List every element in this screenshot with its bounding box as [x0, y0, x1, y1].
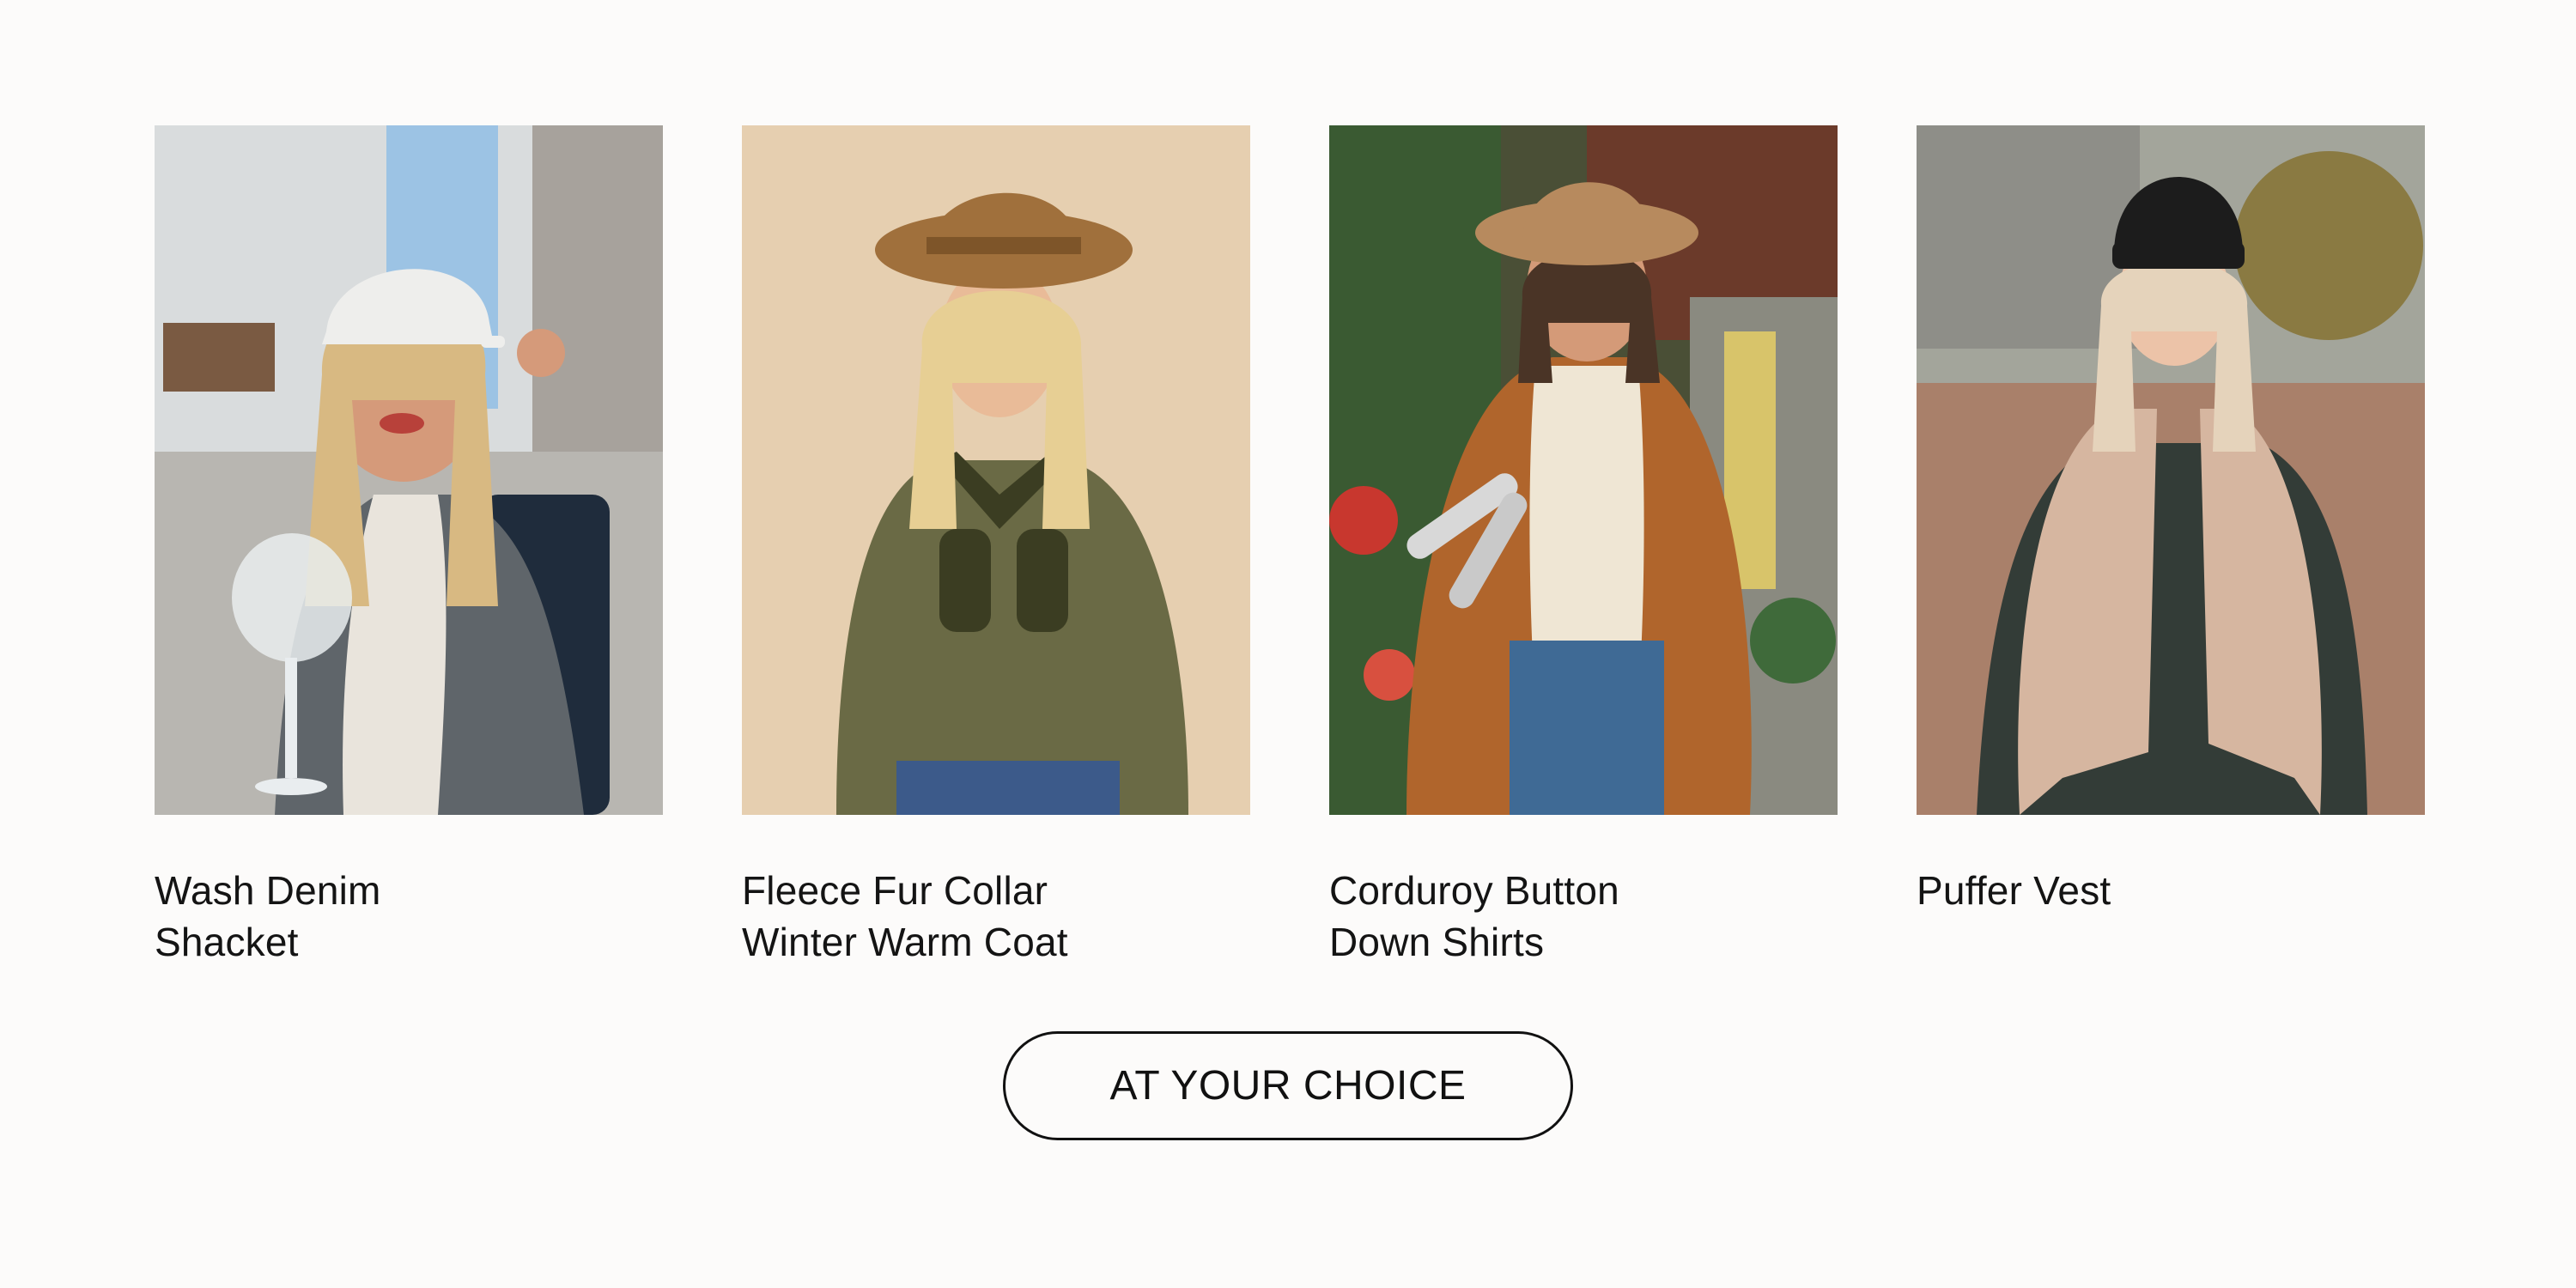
- product-photo[interactable]: [742, 125, 1250, 815]
- product-title[interactable]: Puffer Vest: [1917, 865, 2425, 916]
- product-card-wash-denim-shacket[interactable]: Wash Denim Shacket: [155, 125, 663, 968]
- cta-container: AT YOUR CHOICE: [0, 1031, 2576, 1140]
- product-card-fleece-fur-collar-coat[interactable]: Fleece Fur Collar Winter Warm Coat: [742, 125, 1250, 968]
- product-photo[interactable]: [1917, 125, 2425, 815]
- product-showcase: Wash Denim Shacket Fleece Fur Collar Win…: [0, 0, 2576, 1288]
- product-card-puffer-vest[interactable]: Puffer Vest: [1917, 125, 2425, 968]
- product-title[interactable]: Corduroy Button Down Shirts: [1329, 865, 1838, 968]
- product-photo[interactable]: [155, 125, 663, 815]
- product-title[interactable]: Wash Denim Shacket: [155, 865, 663, 968]
- product-photo-illustration: [1329, 125, 1838, 815]
- product-title[interactable]: Fleece Fur Collar Winter Warm Coat: [742, 865, 1250, 968]
- at-your-choice-button[interactable]: AT YOUR CHOICE: [1003, 1031, 1573, 1140]
- product-photo-illustration: [1917, 125, 2425, 815]
- product-card-corduroy-button-down-shirts[interactable]: Corduroy Button Down Shirts: [1329, 125, 1838, 968]
- product-grid: Wash Denim Shacket Fleece Fur Collar Win…: [155, 125, 2425, 968]
- product-photo[interactable]: [1329, 125, 1838, 815]
- product-photo-illustration: [742, 125, 1250, 815]
- product-photo-illustration: [155, 125, 663, 815]
